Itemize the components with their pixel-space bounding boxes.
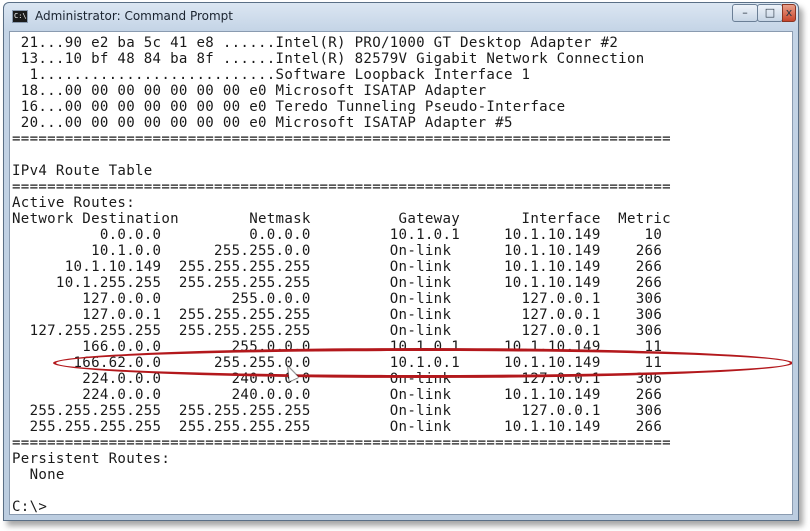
console-line: 20...00 00 00 00 00 00 00 e0 Microsoft I… xyxy=(12,115,513,131)
console-line: ========================================… xyxy=(12,131,671,147)
console-line: 166.62.0.0 255.255.0.0 10.1.0.1 10.1.10.… xyxy=(12,355,663,371)
console-line: 127.255.255.255 255.255.255.255 On-link … xyxy=(12,323,663,339)
console-text: 21...90 e2 ba 5c 41 e8 ......Intel(R) PR… xyxy=(12,35,671,515)
console-line: Active Routes: xyxy=(12,195,135,211)
maximize-button[interactable]: □ xyxy=(757,4,783,22)
console-line: 224.0.0.0 240.0.0.0 On-link 127.0.0.1 30… xyxy=(12,371,663,387)
console-line: 13...10 bf 48 84 ba 8f ......Intel(R) 82… xyxy=(12,51,645,67)
console-line: ========================================… xyxy=(12,435,671,451)
console-line: ========================================… xyxy=(12,179,671,195)
window-title: Administrator: Command Prompt xyxy=(35,9,233,23)
console-line: 0.0.0.0 0.0.0.0 10.1.0.1 10.1.10.149 10 xyxy=(12,227,663,243)
console-line: 10.1.255.255 255.255.255.255 On-link 10.… xyxy=(12,275,663,291)
console-line: 21...90 e2 ba 5c 41 e8 ......Intel(R) PR… xyxy=(12,35,619,51)
command-prompt-window: C:\ Administrator: Command Prompt – □ x … xyxy=(3,2,799,521)
console-line: 1...........................Software Loo… xyxy=(12,67,531,83)
console-line: IPv4 Route Table xyxy=(12,163,153,179)
console-line: None xyxy=(12,467,65,483)
console-line: 10.1.10.149 255.255.255.255 On-link 10.1… xyxy=(12,259,663,275)
cmd-icon: C:\ xyxy=(12,10,28,23)
console-line: 18...00 00 00 00 00 00 00 e0 Microsoft I… xyxy=(12,83,487,99)
console-line: C:\> xyxy=(12,499,48,515)
console-line: Network Destination Netmask Gateway Inte… xyxy=(12,211,671,227)
console-line: 127.0.0.0 255.0.0.0 On-link 127.0.0.1 30… xyxy=(12,291,663,307)
minimize-button[interactable]: – xyxy=(732,4,758,22)
console-line: 16...00 00 00 00 00 00 00 e0 Teredo Tunn… xyxy=(12,99,566,115)
console-line: 255.255.255.255 255.255.255.255 On-link … xyxy=(12,419,663,435)
console-line: Persistent Routes: xyxy=(12,451,171,467)
console-line: 224.0.0.0 240.0.0.0 On-link 10.1.10.149 … xyxy=(12,387,663,403)
console-line: 10.1.0.0 255.255.0.0 On-link 10.1.10.149… xyxy=(12,243,663,259)
console-output[interactable]: 21...90 e2 ba 5c 41 e8 ......Intel(R) PR… xyxy=(9,31,793,515)
console-line: 255.255.255.255 255.255.255.255 On-link … xyxy=(12,403,663,419)
close-button[interactable]: x xyxy=(782,4,796,22)
console-line: 166.0.0.0 255.0.0.0 10.1.0.1 10.1.10.149… xyxy=(12,339,663,355)
title-bar[interactable]: C:\ Administrator: Command Prompt – □ x xyxy=(4,3,798,31)
console-line: 127.0.0.1 255.255.255.255 On-link 127.0.… xyxy=(12,307,663,323)
